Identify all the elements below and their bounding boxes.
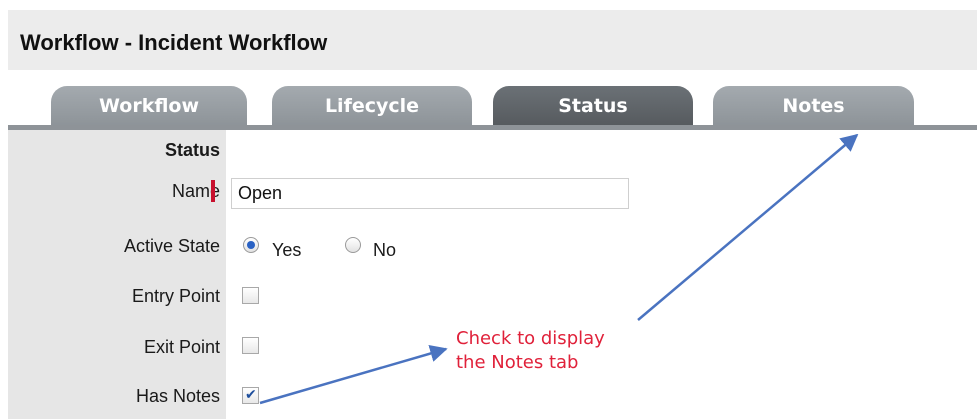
arrow-to-has-notes <box>259 344 448 405</box>
arrow-to-notes-tab <box>637 133 859 321</box>
annotation-arrows <box>259 133 859 405</box>
